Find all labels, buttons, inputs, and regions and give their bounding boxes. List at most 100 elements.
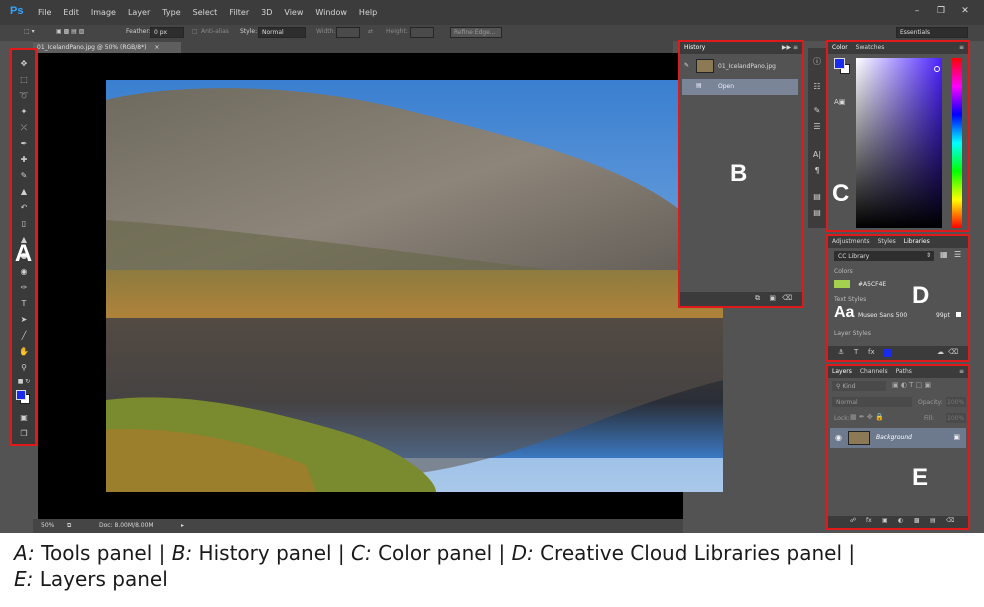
tab-adjustments[interactable]: Adjustments (832, 238, 870, 246)
filter-type-icons[interactable]: ▣ ◐ T □ ▣ (892, 381, 931, 389)
text-style-preview-icon[interactable]: Aa (834, 304, 854, 322)
workspace-select[interactable]: Essentials (896, 27, 968, 38)
menu-view[interactable]: View (284, 8, 303, 17)
new-group-icon[interactable]: ▩ (914, 517, 920, 524)
menu-image[interactable]: Image (91, 8, 116, 17)
restore-icon[interactable]: ❐ (932, 4, 950, 18)
library-color-swatch[interactable] (834, 280, 850, 288)
menu-help[interactable]: Help (359, 8, 377, 17)
healing-brush-icon[interactable]: ✚ (17, 154, 31, 165)
fill-input[interactable]: 100% (946, 413, 966, 423)
lasso-tool-icon[interactable]: ➰ (17, 90, 31, 101)
out-of-gamut-icon[interactable]: A▣ (834, 98, 845, 106)
history-panel-title[interactable]: History (684, 44, 705, 52)
paragraph-icon[interactable]: ¶ (811, 166, 823, 176)
panel-menu-icon[interactable]: ≡ (959, 368, 964, 376)
brush-presets-icon[interactable]: ☰ (811, 122, 823, 132)
tab-swatches[interactable]: Swatches (856, 44, 885, 52)
line-tool-icon[interactable]: ╱ (17, 330, 31, 341)
width-input[interactable] (336, 27, 360, 38)
document-tab[interactable]: 01_IcelandPano.jpg @ 50% (RGB/8*) × (33, 42, 181, 53)
color-field[interactable] (856, 58, 942, 228)
layer-comps-icon[interactable]: ▤ (811, 192, 823, 202)
menu-edit[interactable]: Edit (63, 8, 79, 17)
height-input[interactable] (410, 27, 434, 38)
minimize-icon[interactable]: – (908, 4, 926, 18)
clone-stamp-icon[interactable]: ▲ (17, 186, 31, 197)
menu-select[interactable]: Select (193, 8, 218, 17)
link-layers-icon[interactable]: ☍ (850, 517, 856, 524)
export-icon[interactable]: ⧉ (67, 522, 71, 530)
quick-mask-icon[interactable]: ▣ (17, 412, 31, 423)
camera-icon[interactable]: ▣ (769, 294, 776, 302)
tab-color[interactable]: Color (832, 44, 848, 52)
brush-source-icon[interactable]: ✎ (684, 62, 689, 69)
menu-3d[interactable]: 3D (261, 8, 272, 17)
visibility-eye-icon[interactable]: ◉ (835, 433, 842, 442)
menu-file[interactable]: File (38, 8, 51, 17)
brush-tool-icon[interactable]: ✎ (17, 170, 31, 181)
zoom-tool-icon[interactable]: ⚲ (17, 362, 31, 373)
history-state-open[interactable]: ▤ Open (682, 79, 798, 95)
menu-type[interactable]: Type (162, 8, 180, 17)
close-tab-icon[interactable]: × (154, 44, 159, 51)
tab-layers[interactable]: Layers (832, 368, 852, 376)
close-icon[interactable]: ✕ (956, 4, 974, 18)
feather-input[interactable]: 0 px (150, 27, 184, 38)
info-icon[interactable]: ⓘ (811, 56, 823, 66)
list-view-icon[interactable]: ☰ (954, 250, 961, 259)
style-select[interactable]: Normal (258, 27, 306, 38)
menu-layer[interactable]: Layer (128, 8, 150, 17)
move-tool-icon[interactable]: ✥ (17, 58, 31, 69)
path-selection-icon[interactable]: ➤ (17, 314, 31, 325)
text-icon[interactable]: T (854, 348, 858, 356)
history-brush-icon[interactable]: ↶ (17, 202, 31, 213)
fx-icon[interactable]: fx (868, 348, 875, 356)
pen-tool-icon[interactable]: ✑ (17, 282, 31, 293)
library-select[interactable]: CC Library ⇕ (834, 251, 934, 261)
layer-row-background[interactable]: ◉ Background ▣ (830, 428, 966, 448)
tab-paths[interactable]: Paths (896, 368, 912, 376)
blend-mode-select[interactable]: Normal (832, 397, 912, 407)
cloud-sync-icon[interactable]: ☁ (937, 348, 944, 356)
fx-icon[interactable]: fx (866, 517, 872, 524)
marquee-tool-icon[interactable]: ⬚ ▾ (24, 28, 35, 35)
tab-channels[interactable]: Channels (860, 368, 888, 376)
menu-window[interactable]: Window (315, 8, 347, 17)
swap-colors-icon[interactable]: ■ ↻ (17, 376, 31, 387)
hue-slider[interactable] (952, 58, 962, 228)
panel-menu-icon[interactable]: ≡ (959, 44, 964, 52)
tab-libraries[interactable]: Libraries (904, 238, 930, 246)
new-layer-icon[interactable]: ▤ (930, 517, 936, 524)
color-picker-handle[interactable] (934, 66, 940, 72)
antialias-checkbox[interactable]: □ (192, 28, 198, 35)
eyedropper-icon[interactable]: ✒ (17, 138, 31, 149)
notes-icon[interactable]: ▤ (811, 208, 823, 218)
brush-icon[interactable]: ✎ (811, 106, 823, 116)
add-content-icon[interactable]: ⚓ (838, 348, 844, 356)
history-snapshot[interactable]: ✎ 01_IcelandPano.jpg (682, 58, 798, 76)
hand-tool-icon[interactable]: ✋ (17, 346, 31, 357)
foreground-color-swatch[interactable] (16, 390, 26, 400)
opacity-input[interactable]: 100% (946, 397, 966, 407)
menu-filter[interactable]: Filter (229, 8, 249, 17)
marquee-tool-icon[interactable]: ⬚ (17, 74, 31, 85)
adjustment-layer-icon[interactable]: ◐ (898, 517, 903, 524)
new-document-icon[interactable]: ⧉ (755, 294, 760, 303)
character-icon[interactable]: A| (811, 150, 823, 160)
tab-styles[interactable]: Styles (878, 238, 896, 246)
panel-menu-icon[interactable]: ▶▶ ≡ (782, 44, 798, 52)
lock-icons[interactable]: ▦ ✒ ✥ 🔒 (850, 413, 884, 421)
trash-icon[interactable]: ⌫ (782, 294, 792, 302)
properties-icon[interactable]: ☷ (811, 82, 823, 92)
refine-edge-button[interactable]: Refine Edge... (450, 27, 502, 38)
selection-mode-icons[interactable]: ▣ ▩ ▤ ▧ (56, 28, 84, 35)
layer-filter-kind[interactable]: ⚲ Kind (832, 381, 886, 391)
crop-tool-icon[interactable]: ⤫ (17, 122, 31, 133)
status-arrow-icon[interactable]: ▸ (181, 522, 184, 529)
trash-icon[interactable]: ⌫ (946, 517, 954, 524)
foreground-swatch-icon[interactable] (884, 349, 892, 357)
grid-view-icon[interactable]: ▦ (940, 250, 948, 259)
trash-icon[interactable]: ⌫ (948, 348, 958, 356)
zoom-level[interactable]: 50% (41, 522, 54, 529)
